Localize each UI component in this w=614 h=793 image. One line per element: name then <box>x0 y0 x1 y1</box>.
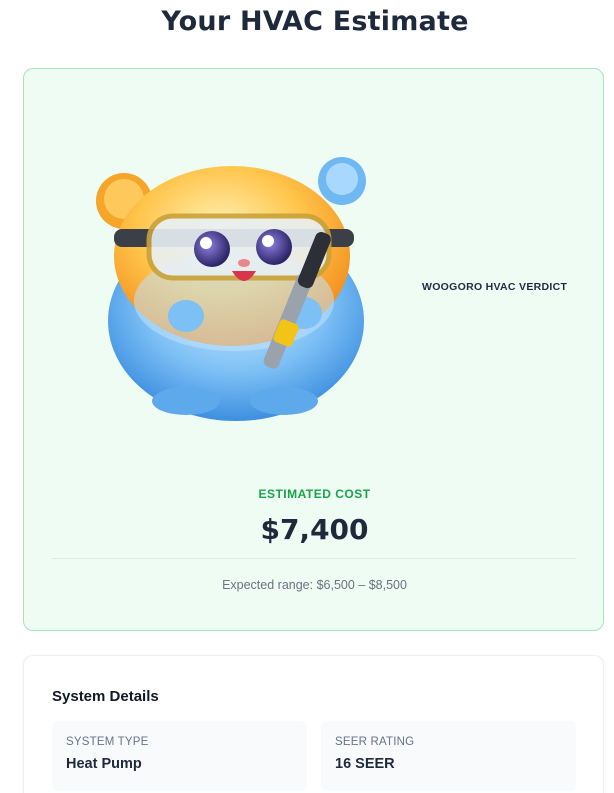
system-type-label: SYSTEM TYPE <box>66 736 149 748</box>
seer-rating-value: 16 SEER <box>335 756 395 772</box>
system-details-title: System Details <box>52 688 159 705</box>
divider <box>52 558 576 559</box>
estimated-cost-value: $7,400 <box>260 513 369 546</box>
system-type-value: Heat Pump <box>66 756 142 772</box>
expected-range: Expected range: $6,500 – $8,500 <box>222 578 407 592</box>
system-type-tile: SYSTEM TYPE Heat Pump <box>52 721 307 791</box>
mascot-icon <box>96 157 366 421</box>
seer-rating-label: SEER RATING <box>335 736 415 748</box>
page-title: Your HVAC Estimate <box>161 6 469 37</box>
seer-rating-tile: SEER RATING 16 SEER <box>321 721 576 791</box>
estimated-cost-label: ESTIMATED COST <box>258 487 371 501</box>
page: Your HVAC Estimate WOOGORO HVAC VERDICT … <box>0 0 614 793</box>
verdict-label: WOOGORO HVAC VERDICT <box>422 281 568 293</box>
estimate-card: WOOGORO HVAC VERDICT ESTIMATED COST $7,4… <box>23 68 604 631</box>
system-details-card: System Details SYSTEM TYPE Heat Pump SEE… <box>23 655 604 793</box>
